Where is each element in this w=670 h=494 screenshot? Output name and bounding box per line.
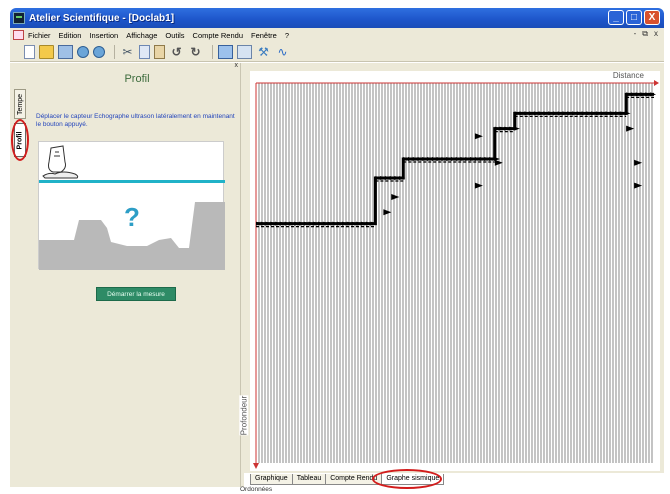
tab-tempe-label: Tempe bbox=[16, 93, 24, 115]
sensor-sketch bbox=[42, 145, 79, 179]
scatter-echo bbox=[391, 194, 400, 200]
cut-icon[interactable]: ✂ bbox=[120, 45, 135, 59]
status-bar: Ordonnées bbox=[240, 486, 273, 493]
mdi-minimize-button[interactable]: - bbox=[634, 29, 637, 39]
chart-area: Distance Profondeur bbox=[239, 63, 664, 473]
tab-tableau[interactable]: Tableau bbox=[291, 474, 327, 485]
start-measure-button[interactable]: Démarrer la mesure bbox=[96, 287, 176, 301]
menu-compte-rendu[interactable]: Compte Rendu bbox=[193, 31, 243, 40]
graph-icon[interactable] bbox=[77, 45, 89, 58]
mdi-close-button[interactable]: x bbox=[654, 29, 658, 39]
scatter-echo bbox=[474, 133, 483, 140]
copy-icon[interactable] bbox=[139, 44, 150, 59]
new-icon[interactable] bbox=[24, 44, 35, 59]
app-icon[interactable] bbox=[13, 12, 25, 24]
undo-icon[interactable]: ↺ bbox=[169, 45, 184, 59]
profile-illustration: ? bbox=[38, 141, 225, 270]
menu-affichage[interactable]: Affichage bbox=[126, 31, 157, 40]
close-button[interactable]: X bbox=[644, 10, 660, 25]
tab-graphique[interactable]: Graphique bbox=[250, 474, 293, 485]
panel-close-button[interactable]: x bbox=[235, 62, 239, 69]
screen-icon[interactable] bbox=[218, 44, 233, 59]
menu-insertion[interactable]: Insertion bbox=[89, 31, 118, 40]
tab-tempe[interactable]: Tempe bbox=[14, 89, 26, 119]
mdi-restore-button[interactable]: ⧉ bbox=[642, 29, 648, 39]
scatter-echo bbox=[626, 125, 635, 132]
maximize-button[interactable]: □ bbox=[626, 10, 642, 25]
paste-icon[interactable] bbox=[154, 44, 165, 59]
toolbar-separator bbox=[114, 44, 115, 59]
save-icon[interactable] bbox=[58, 44, 73, 59]
x-axis-arrow bbox=[654, 80, 659, 86]
red-highlight-oval bbox=[11, 119, 29, 161]
profil-content: Profil Déplacer le capteur Echographe ul… bbox=[34, 69, 240, 487]
minimize-button[interactable]: _ bbox=[608, 10, 624, 25]
graph2-icon[interactable] bbox=[93, 45, 105, 58]
y-axis-label-wrapper: Profondeur bbox=[239, 381, 264, 461]
seismic-chart[interactable]: Distance Profondeur bbox=[239, 71, 660, 471]
menu-outils[interactable]: Outils bbox=[165, 31, 184, 40]
vertical-tabs: Tempe Profil bbox=[10, 73, 29, 483]
menu-bar: Fichier Edition Insertion Affichage Outi… bbox=[10, 28, 664, 42]
toolbar: ✂ ↺ ↻ ⚒ ∿ bbox=[10, 42, 664, 62]
redo-icon[interactable]: ↻ bbox=[188, 45, 203, 59]
menu-fenetre[interactable]: Fenêtre bbox=[251, 31, 277, 40]
y-axis-label: Profondeur bbox=[239, 395, 249, 436]
title-bar: Atelier Scientifique - [Doclab1] _ □ X bbox=[10, 8, 664, 28]
x-axis-label: Distance bbox=[612, 71, 644, 80]
question-mark: ? bbox=[124, 202, 140, 232]
menu-help[interactable]: ? bbox=[285, 31, 289, 40]
toolbar-separator bbox=[212, 44, 213, 59]
instruction-text: Déplacer le capteur Echographe ultrason … bbox=[36, 113, 235, 128]
document-menu-icon[interactable] bbox=[13, 30, 24, 40]
water-line bbox=[39, 180, 225, 183]
scatter-echo bbox=[634, 159, 643, 166]
menu-edition[interactable]: Edition bbox=[59, 31, 82, 40]
window-title: Atelier Scientifique - [Doclab1] bbox=[29, 12, 175, 24]
panel-title: Profil bbox=[124, 73, 150, 85]
scatter-echo bbox=[474, 182, 483, 189]
scatter-echo bbox=[383, 209, 392, 216]
left-panel: x Tempe Profil Profil Déplacer le capteu… bbox=[10, 62, 240, 487]
tool-icon[interactable]: ⚒ bbox=[256, 45, 271, 59]
scatter-echo bbox=[634, 182, 643, 189]
seismic-graph bbox=[253, 80, 659, 469]
menu-fichier[interactable]: Fichier bbox=[28, 31, 51, 40]
open-icon[interactable] bbox=[39, 44, 54, 59]
table-icon[interactable] bbox=[237, 44, 252, 59]
y-axis-arrow bbox=[253, 463, 259, 469]
wave-icon[interactable]: ∿ bbox=[275, 45, 290, 59]
